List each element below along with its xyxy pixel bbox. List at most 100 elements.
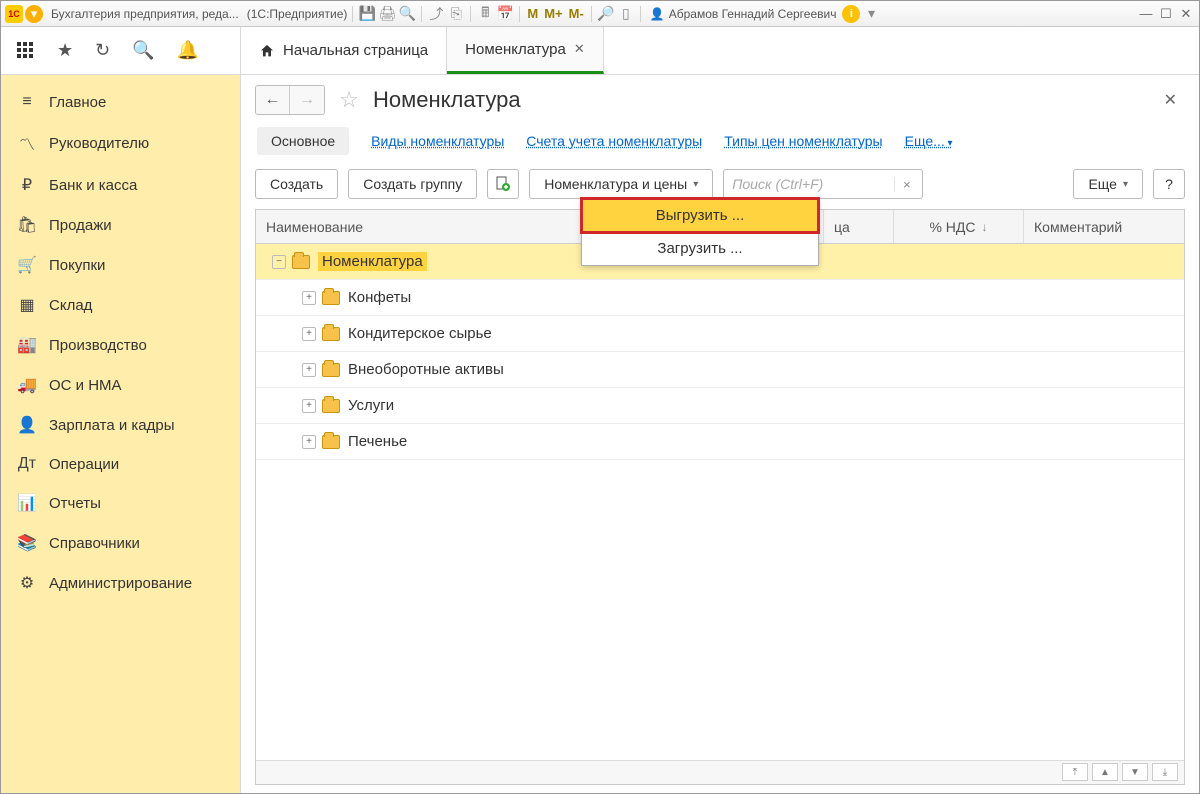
sidebar-item-purchases[interactable]: 🛒Покупки — [1, 245, 240, 285]
search-clear-button[interactable]: × — [894, 177, 918, 192]
tab-home[interactable]: Начальная страница — [241, 27, 447, 74]
export-icon[interactable]: ⤴ — [427, 5, 445, 23]
calculator-icon[interactable]: 🖩 — [476, 5, 494, 23]
sort-down-icon: ↓ — [982, 220, 988, 234]
table-row[interactable]: + Печенье — [256, 424, 1184, 460]
calendar-icon[interactable]: 📅 — [496, 5, 514, 23]
page-up-button[interactable]: ▲ — [1092, 763, 1118, 781]
separator — [352, 6, 353, 22]
sidebar-item-operations[interactable]: ДтОперации — [1, 445, 240, 483]
sidebar-item-catalogs[interactable]: 📚 Справочники — [1, 523, 240, 563]
sidebar-item-assets[interactable]: 🚚 ОС и НМА — [1, 365, 240, 405]
table-row[interactable]: + Конфеты — [256, 280, 1184, 316]
app-menu-dropdown-icon[interactable]: ▾ — [25, 5, 43, 23]
topbar: ★ ↻ 🔍 🔔 Начальная страница Номенклатура … — [1, 27, 1199, 75]
bag-icon: 🛍 — [17, 215, 37, 235]
cart-icon: 🛒 — [17, 255, 37, 275]
nomenclature-prices-dropdown[interactable]: Номенклатура и цены — [529, 169, 713, 199]
bell-icon[interactable]: 🔔 — [177, 40, 199, 61]
page-down-button[interactable]: ▼ — [1122, 763, 1148, 781]
linkbar-main-pill[interactable]: Основное — [257, 127, 349, 155]
expand-icon[interactable]: + — [302, 291, 316, 305]
sidebar-item-sales[interactable]: 🛍 Продажи — [1, 205, 240, 245]
info-dropdown-icon[interactable]: ▾ — [862, 5, 880, 23]
warehouse-icon: ▦ — [17, 295, 37, 315]
link-price-types[interactable]: Типы цен номенклатуры — [724, 133, 882, 149]
page-last-button[interactable]: ⤓ — [1152, 763, 1178, 781]
close-page-button[interactable]: ✕ — [1156, 86, 1185, 114]
print-icon[interactable]: 🖨 — [378, 5, 396, 23]
col-comment[interactable]: Комментарий — [1024, 210, 1184, 243]
user-name-label: Абрамов Геннадий Сергеевич — [669, 7, 837, 21]
table-row[interactable]: + Услуги — [256, 388, 1184, 424]
favorite-star-icon[interactable]: ★ — [57, 40, 73, 61]
expand-icon[interactable]: + — [302, 327, 316, 341]
panel-icon[interactable]: ▯ — [617, 5, 635, 23]
folder-icon — [292, 255, 310, 269]
folder-icon — [322, 327, 340, 341]
create-group-button[interactable]: Создать группу — [348, 169, 477, 199]
sidebar-item-manager[interactable]: 〽Руководителю — [1, 121, 240, 165]
expand-icon[interactable]: + — [302, 363, 316, 377]
sidebar-item-hr[interactable]: 👤Зарплата и кадры — [1, 405, 240, 445]
books-icon: 📚 — [17, 533, 37, 553]
nav-back-button[interactable]: ← — [256, 86, 290, 114]
favorite-toggle-icon[interactable]: ☆ — [335, 86, 363, 114]
add-from-button[interactable] — [487, 169, 519, 199]
sidebar-item-label: ОС и НМА — [49, 377, 122, 394]
copy-icon[interactable]: ⎘ — [447, 5, 465, 23]
apps-grid-icon[interactable] — [17, 42, 35, 60]
tab-nomenclature[interactable]: Номенклатура ✕ — [447, 27, 604, 74]
folder-icon — [322, 363, 340, 377]
folder-icon — [322, 435, 340, 449]
tab-close-icon[interactable]: ✕ — [574, 41, 585, 57]
memory-m-button[interactable]: M — [525, 6, 540, 21]
more-button[interactable]: Еще — [1073, 169, 1143, 199]
sidebar-item-main[interactable]: ≡Главное — [1, 83, 240, 121]
menu-item-export[interactable]: Выгрузить ... — [582, 199, 818, 232]
search-icon[interactable]: 🔍 — [132, 40, 154, 61]
close-window-button[interactable]: ✕ — [1177, 6, 1195, 22]
sidebar-item-production[interactable]: 🏭Производство — [1, 325, 240, 365]
create-button[interactable]: Создать — [255, 169, 338, 199]
maximize-button[interactable]: ☐ — [1157, 6, 1175, 22]
separator — [640, 6, 641, 22]
preview-icon[interactable]: 🔍 — [398, 5, 416, 23]
zoom-icon[interactable]: 🔎 — [597, 5, 615, 23]
sidebar-item-label: Администрирование — [49, 575, 192, 592]
truck-icon: 🚚 — [17, 375, 37, 395]
table-row[interactable]: + Кондитерское сырье — [256, 316, 1184, 352]
link-more[interactable]: Еще... — [905, 133, 953, 149]
expand-icon[interactable]: + — [302, 399, 316, 413]
sidebar-item-bank[interactable]: ₽Банк и касса — [1, 165, 240, 205]
nav-forward-button[interactable]: → — [290, 86, 324, 114]
col-vat[interactable]: % НДС ↓ — [894, 210, 1024, 243]
menu-item-import[interactable]: Загрузить ... — [582, 232, 818, 265]
sidebar-item-label: Справочники — [49, 535, 140, 552]
sidebar-item-admin[interactable]: ⚙ Администрирование — [1, 563, 240, 603]
row-label: Внеоборотные активы — [348, 361, 504, 378]
sidebar-item-label: Главное — [49, 94, 106, 111]
table-body[interactable]: − Номенклатура + Конфеты + Конд — [256, 244, 1184, 760]
collapse-icon[interactable]: − — [272, 255, 286, 269]
link-accounts[interactable]: Счета учета номенклатуры — [526, 133, 702, 149]
sidebar-item-reports[interactable]: 📊Отчеты — [1, 483, 240, 523]
col-unit[interactable]: ца — [824, 210, 894, 243]
current-user[interactable]: 👤 Абрамов Геннадий Сергеевич — [650, 7, 837, 21]
gear-icon: ⚙ — [17, 573, 37, 593]
info-icon[interactable]: i — [842, 5, 860, 23]
expand-icon[interactable]: + — [302, 435, 316, 449]
sidebar-item-warehouse[interactable]: ▦Склад — [1, 285, 240, 325]
minimize-button[interactable]: — — [1137, 6, 1155, 22]
memory-mplus-button[interactable]: M+ — [542, 6, 564, 21]
memory-mminus-button[interactable]: M- — [567, 6, 586, 21]
link-types[interactable]: Виды номенклатуры — [371, 133, 504, 149]
sidebar-item-label: Продажи — [49, 217, 112, 234]
home-icon — [259, 43, 275, 59]
table-row[interactable]: + Внеоборотные активы — [256, 352, 1184, 388]
save-icon[interactable]: 💾 — [358, 5, 376, 23]
search-input[interactable] — [724, 176, 894, 192]
history-icon[interactable]: ↻ — [95, 40, 110, 61]
help-button[interactable]: ? — [1153, 169, 1185, 199]
page-first-button[interactable]: ⤒ — [1062, 763, 1088, 781]
